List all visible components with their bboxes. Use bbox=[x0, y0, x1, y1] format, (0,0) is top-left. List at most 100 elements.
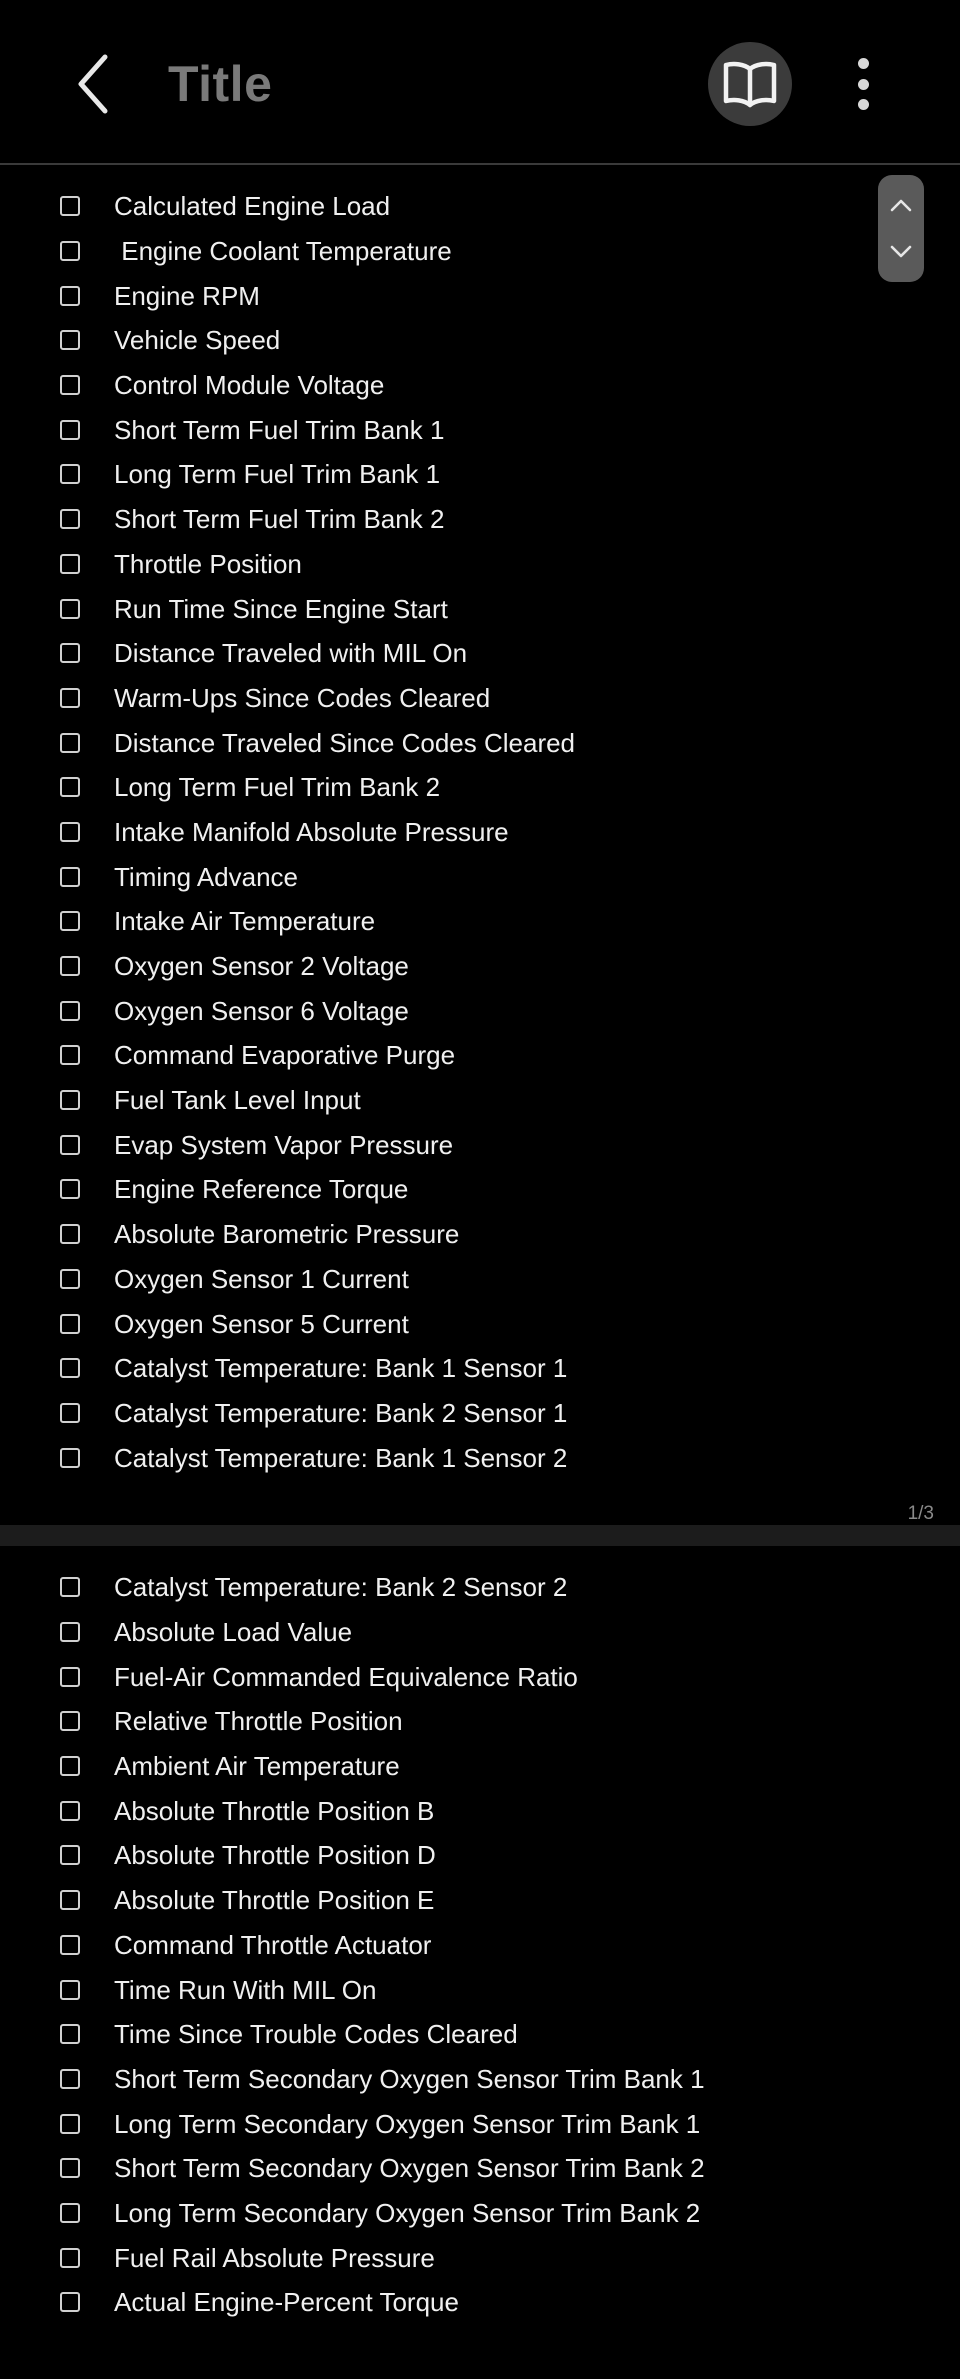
checkbox[interactable] bbox=[60, 1577, 80, 1598]
list-item[interactable]: Engine Reference Torque bbox=[0, 1167, 860, 1212]
list-item[interactable]: Oxygen Sensor 1 Current bbox=[0, 1257, 860, 1302]
checkbox[interactable] bbox=[60, 1045, 80, 1066]
checkbox[interactable] bbox=[60, 2024, 80, 2045]
list-item[interactable]: Absolute Throttle Position D bbox=[0, 1833, 860, 1878]
checkbox[interactable] bbox=[60, 553, 80, 574]
checkbox[interactable] bbox=[60, 2247, 80, 2268]
checkbox[interactable] bbox=[60, 911, 80, 932]
list-item[interactable]: Engine Coolant Temperature bbox=[0, 229, 860, 274]
reader-mode-button[interactable] bbox=[708, 42, 792, 126]
list-item[interactable]: Intake Air Temperature bbox=[0, 899, 860, 944]
scroll-down-button[interactable] bbox=[883, 234, 919, 270]
checkbox[interactable] bbox=[60, 2113, 80, 2134]
list-item[interactable]: Long Term Fuel Trim Bank 1 bbox=[0, 452, 860, 497]
checkbox[interactable] bbox=[60, 866, 80, 887]
more-options-button[interactable] bbox=[836, 50, 890, 118]
checkbox[interactable] bbox=[60, 1845, 80, 1866]
checkbox[interactable] bbox=[60, 598, 80, 619]
checkbox[interactable] bbox=[60, 2202, 80, 2223]
list-item[interactable]: Fuel Rail Absolute Pressure bbox=[0, 2235, 860, 2280]
checkbox[interactable] bbox=[60, 1134, 80, 1155]
checkbox[interactable] bbox=[60, 687, 80, 708]
list-item[interactable]: Warm-Ups Since Codes Cleared bbox=[0, 676, 860, 721]
item-label: Absolute Barometric Pressure bbox=[114, 1219, 460, 1250]
checkbox[interactable] bbox=[60, 419, 80, 440]
checkbox[interactable] bbox=[60, 1934, 80, 1955]
list-item[interactable]: Absolute Barometric Pressure bbox=[0, 1212, 860, 1257]
list-item[interactable]: Oxygen Sensor 5 Current bbox=[0, 1301, 860, 1346]
list-item[interactable]: Throttle Position bbox=[0, 542, 860, 587]
list-item[interactable]: Intake Manifold Absolute Pressure bbox=[0, 810, 860, 855]
list-item[interactable]: Oxygen Sensor 6 Voltage bbox=[0, 988, 860, 1033]
list-item[interactable]: Distance Traveled with MIL On bbox=[0, 631, 860, 676]
list-item[interactable]: Time Since Trouble Codes Cleared bbox=[0, 2012, 860, 2057]
scroll-up-button[interactable] bbox=[883, 187, 919, 223]
list-item[interactable]: Catalyst Temperature: Bank 1 Sensor 1 bbox=[0, 1346, 860, 1391]
checkbox[interactable] bbox=[60, 330, 80, 351]
checkbox[interactable] bbox=[60, 1179, 80, 1200]
list-item[interactable]: Long Term Fuel Trim Bank 2 bbox=[0, 765, 860, 810]
list-item[interactable]: Short Term Fuel Trim Bank 1 bbox=[0, 407, 860, 452]
list-item[interactable]: Catalyst Temperature: Bank 2 Sensor 1 bbox=[0, 1391, 860, 1436]
list-item[interactable]: Short Term Fuel Trim Bank 2 bbox=[0, 497, 860, 542]
checkbox[interactable] bbox=[60, 1447, 80, 1468]
list-item[interactable]: Absolute Throttle Position E bbox=[0, 1878, 860, 1923]
list-item[interactable]: Evap System Vapor Pressure bbox=[0, 1122, 860, 1167]
list-item[interactable]: Absolute Load Value bbox=[0, 1610, 860, 1655]
list-item[interactable]: Vehicle Speed bbox=[0, 318, 860, 363]
checkbox[interactable] bbox=[60, 285, 80, 306]
list-item[interactable]: Time Run With MIL On bbox=[0, 1967, 860, 2012]
list-item[interactable]: Timing Advance bbox=[0, 854, 860, 899]
list-item[interactable]: Long Term Secondary Oxygen Sensor Trim B… bbox=[0, 2191, 860, 2236]
list-item[interactable]: Short Term Secondary Oxygen Sensor Trim … bbox=[0, 2057, 860, 2102]
checkbox[interactable] bbox=[60, 464, 80, 485]
list-item[interactable]: Actual Engine-Percent Torque bbox=[0, 2280, 860, 2325]
list-item[interactable]: Fuel Tank Level Input bbox=[0, 1078, 860, 1123]
checkbox[interactable] bbox=[60, 1000, 80, 1021]
checkbox[interactable] bbox=[60, 509, 80, 530]
checkbox[interactable] bbox=[60, 1090, 80, 1111]
checkbox[interactable] bbox=[60, 196, 80, 217]
checkbox[interactable] bbox=[60, 2158, 80, 2179]
checkbox[interactable] bbox=[60, 956, 80, 977]
checkbox[interactable] bbox=[60, 1402, 80, 1423]
list-item[interactable]: Run Time Since Engine Start bbox=[0, 586, 860, 631]
checkbox[interactable] bbox=[60, 1224, 80, 1245]
list-item[interactable]: Command Throttle Actuator bbox=[0, 1923, 860, 1968]
item-label: Engine Coolant Temperature bbox=[114, 236, 452, 267]
checkbox[interactable] bbox=[60, 1800, 80, 1821]
list-item[interactable]: Catalyst Temperature: Bank 1 Sensor 2 bbox=[0, 1435, 860, 1480]
checkbox[interactable] bbox=[60, 1358, 80, 1379]
checkbox[interactable] bbox=[60, 777, 80, 798]
list-item[interactable]: Ambient Air Temperature bbox=[0, 1744, 860, 1789]
checkbox[interactable] bbox=[60, 241, 80, 262]
list-item[interactable]: Short Term Secondary Oxygen Sensor Trim … bbox=[0, 2146, 860, 2191]
list-item[interactable]: Engine RPM bbox=[0, 273, 860, 318]
list-item[interactable]: Distance Traveled Since Codes Cleared bbox=[0, 720, 860, 765]
checkbox[interactable] bbox=[60, 643, 80, 664]
list-item[interactable]: Command Evaporative Purge bbox=[0, 1033, 860, 1078]
checkbox[interactable] bbox=[60, 1890, 80, 1911]
checkbox[interactable] bbox=[60, 1666, 80, 1687]
back-button[interactable] bbox=[58, 44, 128, 124]
checkbox[interactable] bbox=[60, 732, 80, 753]
list-item[interactable]: Calculated Engine Load bbox=[0, 184, 860, 229]
list-item[interactable]: Long Term Secondary Oxygen Sensor Trim B… bbox=[0, 2101, 860, 2146]
checkbox[interactable] bbox=[60, 1313, 80, 1334]
checkbox[interactable] bbox=[60, 375, 80, 396]
list-item[interactable]: Control Module Voltage bbox=[0, 363, 860, 408]
list-item[interactable]: Relative Throttle Position bbox=[0, 1699, 860, 1744]
list-item[interactable]: Catalyst Temperature: Bank 2 Sensor 2 bbox=[0, 1565, 860, 1610]
checkbox[interactable] bbox=[60, 1711, 80, 1732]
item-label: Engine RPM bbox=[114, 280, 260, 311]
checkbox[interactable] bbox=[60, 2292, 80, 2313]
checkbox[interactable] bbox=[60, 1268, 80, 1289]
checkbox[interactable] bbox=[60, 1622, 80, 1643]
checkbox[interactable] bbox=[60, 1756, 80, 1777]
list-item[interactable]: Absolute Throttle Position B bbox=[0, 1788, 860, 1833]
list-item[interactable]: Oxygen Sensor 2 Voltage bbox=[0, 944, 860, 989]
checkbox[interactable] bbox=[60, 2068, 80, 2089]
checkbox[interactable] bbox=[60, 1979, 80, 2000]
list-item[interactable]: Fuel-Air Commanded Equivalence Ratio bbox=[0, 1654, 860, 1699]
checkbox[interactable] bbox=[60, 821, 80, 842]
